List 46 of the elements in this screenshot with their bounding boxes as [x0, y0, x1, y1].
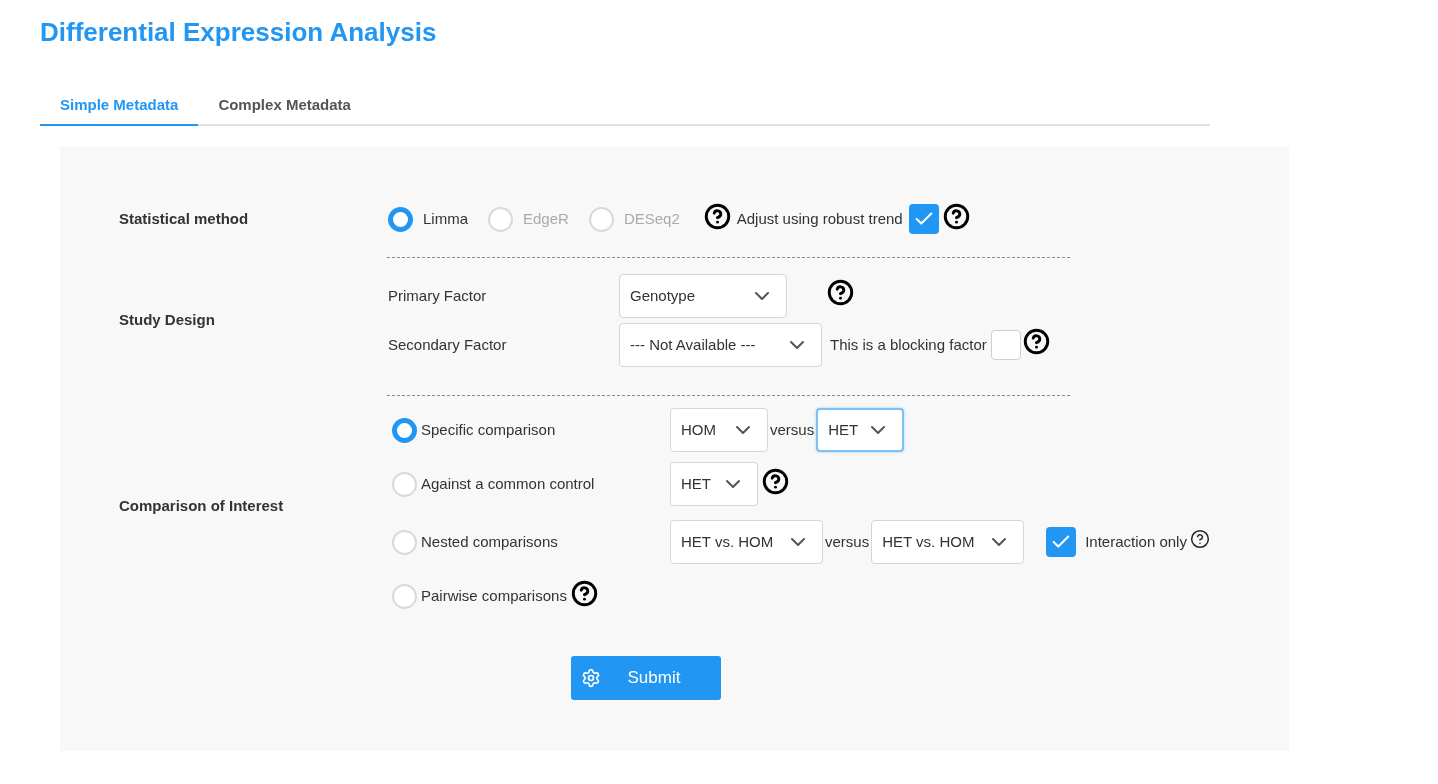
field-label: Secondary Factor	[388, 334, 508, 355]
radio-button[interactable]	[388, 206, 413, 232]
help-icon[interactable]	[827, 278, 854, 306]
dropdown[interactable]: Genotype	[619, 274, 787, 318]
help-icon[interactable]	[570, 579, 598, 607]
dropdown-value: --- Not Available ---	[630, 334, 756, 355]
page-title: Differential Expression Analysis	[40, 16, 438, 48]
radio-label: Against a common control	[421, 473, 595, 494]
radio-label: Specific comparison	[421, 419, 556, 440]
dropdown-value: Genotype	[630, 285, 696, 306]
help-icon[interactable]	[1189, 529, 1210, 549]
checkbox[interactable]	[990, 330, 1021, 360]
checkbox[interactable]	[1046, 527, 1077, 557]
checkbox-label: This is a blocking factor	[830, 334, 987, 355]
checkbox-label: Interaction only	[1085, 531, 1187, 552]
gear-icon	[580, 668, 601, 688]
radio-label: Pairwise comparisons	[421, 585, 567, 606]
checkbox[interactable]	[908, 204, 939, 234]
radio-button[interactable]	[392, 417, 417, 443]
help-icon[interactable]	[703, 202, 731, 230]
section-label: Study Design	[119, 310, 216, 331]
dropdown[interactable]: HET	[670, 462, 758, 506]
section-label: Comparison of Interest	[119, 495, 285, 516]
tab[interactable]: Complex Metadata	[198, 86, 371, 126]
dropdown[interactable]: --- Not Available ---	[619, 323, 822, 367]
help-icon[interactable]	[942, 202, 970, 230]
radio-label: Limma	[423, 208, 468, 229]
versus-text: versus	[825, 531, 870, 552]
dropdown-value: HET	[681, 473, 711, 494]
dropdown[interactable]: HET	[816, 408, 905, 452]
dropdown-value: HET vs. HOM	[882, 531, 975, 552]
help-icon[interactable]	[1022, 327, 1050, 355]
radio-label: DESeq2	[623, 208, 680, 229]
dropdown[interactable]: HOM	[670, 408, 768, 452]
radio-label: Nested comparisons	[421, 531, 558, 552]
dropdown-value: HOM	[681, 419, 716, 440]
dropdown[interactable]: HET vs. HOM	[670, 520, 823, 564]
field-label: Primary Factor	[388, 285, 488, 306]
versus-text: versus	[770, 419, 815, 440]
checkbox-label: Adjust using robust trend	[736, 208, 903, 229]
help-icon[interactable]	[762, 467, 789, 495]
dropdown-value: HET vs. HOM	[681, 531, 774, 552]
radio-label: EdgeR	[523, 208, 569, 229]
dropdown[interactable]: HET vs. HOM	[871, 520, 1025, 564]
section-label: Statistical method	[119, 208, 250, 229]
dropdown-value: HET	[828, 419, 859, 440]
